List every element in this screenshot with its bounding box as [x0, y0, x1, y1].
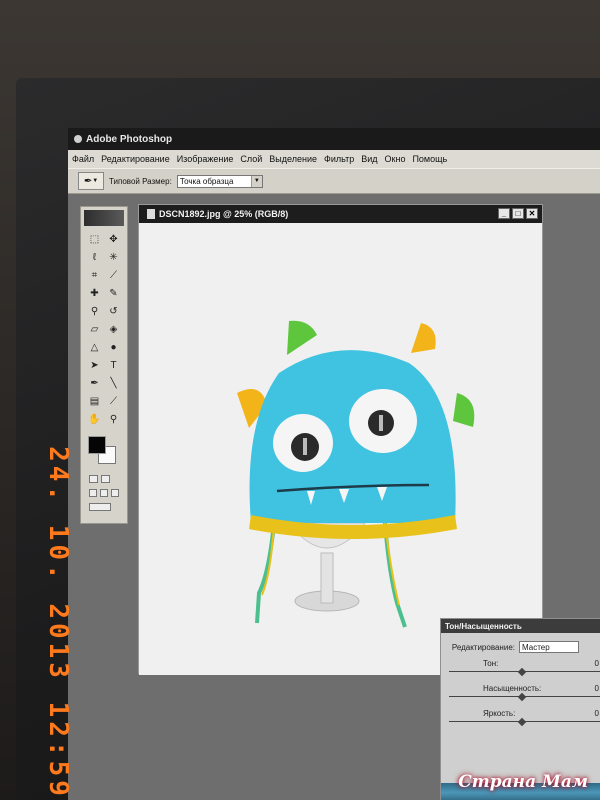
app-title: Adobe Photoshop: [86, 133, 173, 145]
lasso-icon[interactable]: ℓ: [86, 250, 103, 265]
document-window: DSCN1892.jpg @ 25% (RGB/8) _ □ ✕: [138, 204, 543, 675]
healing-brush-icon[interactable]: ✚: [86, 286, 103, 301]
sample-size-label: Типовой Размер:: [109, 176, 172, 186]
window-buttons: _ □ ✕: [498, 208, 538, 219]
menu-item-edit[interactable]: Редактирование: [101, 154, 170, 164]
hue-slider-thumb[interactable]: [517, 667, 527, 677]
saturation-row: Насыщенность: 0: [441, 684, 600, 693]
hat-photo: [237, 320, 475, 628]
quick-mask-button[interactable]: [101, 475, 110, 483]
eye-left: [273, 414, 333, 472]
hue-row: Тон: 0: [441, 659, 600, 668]
jump-to-imageready-button[interactable]: [89, 503, 111, 511]
foreground-color-swatch[interactable]: [88, 436, 106, 454]
hue-value[interactable]: 0: [595, 659, 599, 668]
watermark-text: Страна Мам: [458, 772, 588, 792]
screen-mode-full-button[interactable]: [111, 489, 119, 497]
menu-item-filter[interactable]: Фильтр: [324, 154, 354, 164]
tool-grid: ⬚ ✥ ℓ ✳ ⌗ ⟋ ✚ ✎ ⚲ ↺ ▱ ◈ △ ● ➤ T ✒ ╲ ▤ ⟋: [81, 229, 127, 430]
color-swatches: [86, 436, 122, 466]
paint-bucket-icon[interactable]: ◈: [105, 322, 122, 337]
screen-mode-row: [81, 486, 127, 500]
menu-item-help[interactable]: Помощь: [412, 154, 447, 164]
crop-icon[interactable]: ⌗: [86, 268, 103, 283]
close-button[interactable]: ✕: [526, 208, 538, 219]
horn-green-right: [453, 393, 475, 427]
edit-row: Редактирование: Мастер: [441, 641, 600, 653]
chevron-down-icon: ▼: [92, 178, 99, 184]
eyedropper-tool-icon[interactable]: ⟋: [105, 394, 122, 409]
quick-mask-row: [81, 472, 127, 486]
horn-green-left: [287, 320, 317, 355]
path-select-icon[interactable]: ➤: [86, 358, 103, 373]
jump-row: [81, 500, 127, 514]
type-icon[interactable]: T: [105, 358, 122, 373]
blur-icon[interactable]: △: [86, 340, 103, 355]
saturation-value[interactable]: 0: [595, 684, 599, 693]
eyedropper-icon: ✒: [83, 175, 93, 187]
site-watermark: Страна Мам: [458, 772, 588, 792]
datestamp-text: 24. 10. 2013 12:59: [43, 446, 73, 800]
slice-icon[interactable]: ⟋: [105, 268, 122, 283]
zoom-icon[interactable]: ⚲: [105, 412, 122, 427]
standard-mode-button[interactable]: [89, 475, 98, 483]
menu-item-view[interactable]: Вид: [361, 154, 377, 164]
minimize-button[interactable]: _: [498, 208, 510, 219]
pen-icon[interactable]: ✒: [86, 376, 103, 391]
camera-datestamp: 24. 10. 2013 12:59: [40, 446, 76, 800]
screen-mode-full-menu-button[interactable]: [100, 489, 108, 497]
screen-mode-standard-button[interactable]: [89, 489, 97, 497]
document-title: DSCN1892.jpg @ 25% (RGB/8): [159, 209, 289, 219]
tool-preset-picker[interactable]: ✒ ▼: [78, 172, 104, 190]
edit-value: Мастер: [522, 642, 550, 652]
eye-right: [349, 389, 417, 453]
photo-scene: Adobe Photoshop Файл Редактирование Изоб…: [0, 0, 600, 800]
dodge-icon[interactable]: ●: [105, 340, 122, 355]
photoshop-app-icon: [74, 135, 82, 143]
monitor-screen: Adobe Photoshop Файл Редактирование Изоб…: [68, 128, 600, 800]
toolbox: ⬚ ✥ ℓ ✳ ⌗ ⟋ ✚ ✎ ⚲ ↺ ▱ ◈ △ ● ➤ T ✒ ╲ ▤ ⟋: [80, 206, 128, 524]
line-icon[interactable]: ╲: [105, 376, 122, 391]
document-icon: [147, 209, 155, 219]
menu-item-select[interactable]: Выделение: [269, 154, 317, 164]
hue-label: Тон:: [483, 659, 499, 668]
notes-icon[interactable]: ▤: [86, 394, 103, 409]
history-brush-icon[interactable]: ↺: [105, 304, 122, 319]
marquee-icon[interactable]: ⬚: [86, 232, 103, 247]
magic-wand-icon[interactable]: ✳: [105, 250, 122, 265]
eraser-icon[interactable]: ▱: [86, 322, 103, 337]
saturation-slider[interactable]: [449, 692, 600, 702]
sample-size-value: Точка образца: [179, 176, 234, 186]
clone-stamp-icon[interactable]: ⚲: [86, 304, 103, 319]
lightness-slider-thumb[interactable]: [517, 717, 527, 727]
document-titlebar: DSCN1892.jpg @ 25% (RGB/8) _ □ ✕: [139, 205, 542, 223]
lightness-value[interactable]: 0: [595, 709, 599, 718]
saturation-label: Насыщенность:: [483, 684, 542, 693]
maximize-button[interactable]: □: [512, 208, 524, 219]
toolbox-header: [84, 210, 124, 226]
menu-item-image[interactable]: Изображение: [177, 154, 234, 164]
menu-bar: Файл Редактирование Изображение Слой Выд…: [68, 150, 600, 168]
menu-item-file[interactable]: Файл: [72, 154, 94, 164]
dialog-title: Тон/Насыщенность: [441, 619, 600, 633]
chevron-down-icon: ▼: [250, 175, 262, 187]
app-titlebar: Adobe Photoshop: [68, 128, 600, 150]
lightness-row: Яркость: 0: [441, 709, 600, 718]
lightness-slider[interactable]: [449, 717, 600, 727]
edit-select[interactable]: Мастер: [519, 641, 579, 653]
hue-slider[interactable]: [449, 667, 600, 677]
edit-label: Редактирование:: [451, 642, 515, 652]
menu-item-window[interactable]: Окно: [385, 154, 406, 164]
document-canvas[interactable]: [139, 223, 542, 675]
brush-icon[interactable]: ✎: [105, 286, 122, 301]
options-bar: ✒ ▼ Типовой Размер: Точка образца ▼: [68, 168, 600, 194]
saturation-slider-thumb[interactable]: [517, 692, 527, 702]
move-icon[interactable]: ✥: [105, 232, 122, 247]
lightness-label: Яркость:: [483, 709, 516, 718]
menu-item-layer[interactable]: Слой: [240, 154, 262, 164]
sample-size-select[interactable]: Точка образца ▼: [176, 174, 263, 188]
horn-yellow-right: [411, 323, 436, 353]
hand-icon[interactable]: ✋: [86, 412, 103, 427]
